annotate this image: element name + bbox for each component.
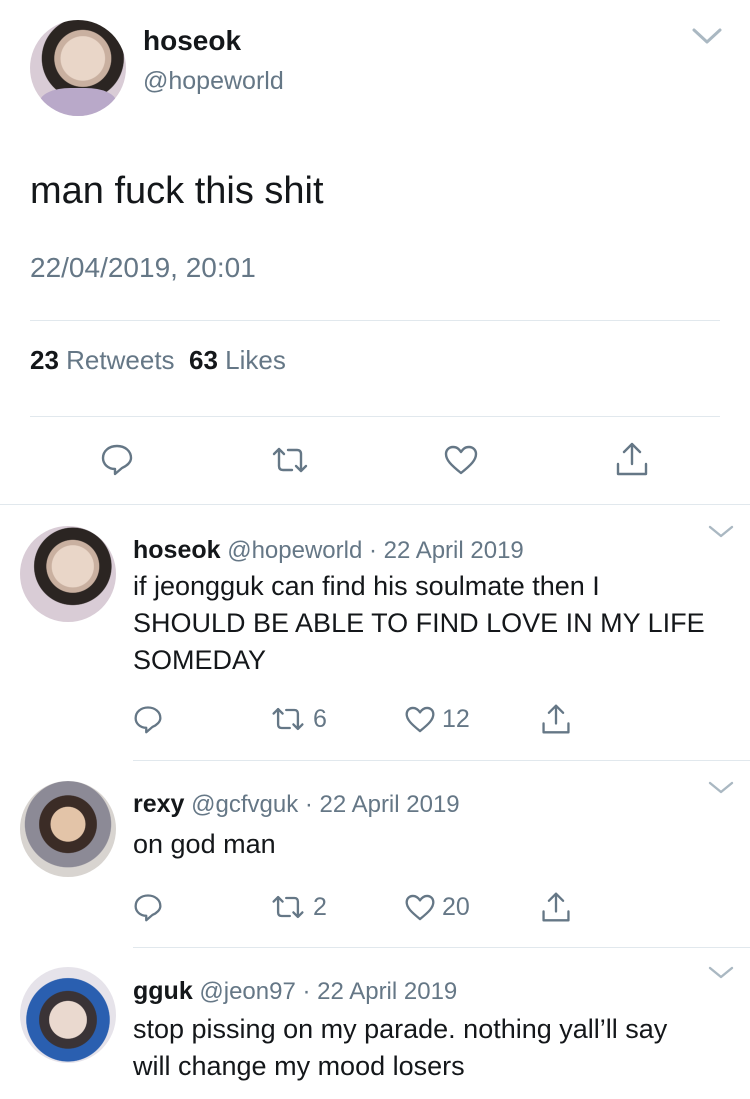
author-name[interactable]: hoseok <box>133 536 221 564</box>
author-name[interactable]: gguk <box>133 977 193 1005</box>
tweet-timestamp: 22/04/2019, 20:01 <box>30 252 256 283</box>
reply-header: rexy @gcfvguk · 22 April 2019 <box>133 790 460 819</box>
reply-tweet[interactable]: gguk @jeon97 · 22 April 2019 stop pissin… <box>0 947 750 1099</box>
reply-date: 22 April 2019 <box>319 791 460 818</box>
separator-dot: · <box>368 537 377 564</box>
tweet-detail-screen: hoseok @hopeworld man fuck this shit 22/… <box>0 0 750 1099</box>
author-handle[interactable]: @gcfvguk <box>191 791 298 818</box>
author-handle[interactable]: @hopeworld <box>227 537 362 564</box>
chevron-down-icon[interactable] <box>707 524 735 540</box>
chevron-down-icon[interactable] <box>690 24 724 48</box>
engagement-stats: 23 Retweets 63 Likes <box>30 345 286 376</box>
author-name[interactable]: hoseok <box>143 25 241 57</box>
heart-icon[interactable] <box>404 893 436 922</box>
reply-actions: 6 12 <box>0 702 750 738</box>
reply-actions: 2 20 <box>0 890 750 926</box>
reply-tweet[interactable]: rexy @gcfvguk · 22 April 2019 on god man… <box>0 760 750 948</box>
retweet-count: 6 <box>313 705 327 733</box>
reply-icon[interactable] <box>100 442 134 476</box>
retweet-icon[interactable] <box>270 706 306 732</box>
reply-date: 22 April 2019 <box>317 978 458 1005</box>
retweet-count[interactable]: 23 <box>30 345 59 375</box>
share-icon[interactable] <box>540 702 572 736</box>
chevron-down-icon[interactable] <box>707 780 735 796</box>
divider <box>30 416 720 417</box>
heart-icon[interactable] <box>443 444 479 476</box>
like-count: 20 <box>442 893 470 921</box>
avatar[interactable] <box>20 781 116 877</box>
separator-dot: · <box>304 791 313 818</box>
retweet-icon[interactable] <box>270 446 310 474</box>
reply-text: stop pissing on my parade. nothing yall’… <box>133 1014 668 1081</box>
author-handle[interactable]: @jeon97 <box>199 978 295 1005</box>
reply-text: on god man <box>133 829 276 859</box>
retweet-label[interactable]: Retweets <box>66 345 174 375</box>
chevron-down-icon[interactable] <box>707 965 735 981</box>
reply-icon[interactable] <box>133 704 163 734</box>
tweet-actions <box>0 440 750 480</box>
retweet-count: 2 <box>313 893 327 921</box>
reply-icon[interactable] <box>133 892 163 922</box>
avatar-shirt <box>40 88 116 116</box>
avatar[interactable] <box>30 20 126 116</box>
like-count[interactable]: 63 <box>189 345 218 375</box>
heart-icon[interactable] <box>404 705 436 734</box>
reply-header: gguk @jeon97 · 22 April 2019 <box>133 977 457 1006</box>
like-count: 12 <box>442 705 470 733</box>
divider <box>30 320 720 321</box>
reply-tweet[interactable]: hoseok @hopeworld · 22 April 2019 if jeo… <box>0 504 750 760</box>
reply-header: hoseok @hopeworld · 22 April 2019 <box>133 536 524 565</box>
retweet-icon[interactable] <box>270 894 306 920</box>
share-icon[interactable] <box>614 440 650 478</box>
author-handle[interactable]: @hopeworld <box>143 67 284 96</box>
avatar[interactable] <box>20 526 116 622</box>
separator-dot: · <box>302 978 311 1005</box>
reply-date: 22 April 2019 <box>383 537 524 564</box>
reply-text: if jeongguk can find his soulmate then I… <box>133 571 705 675</box>
author-name[interactable]: rexy <box>133 790 184 818</box>
share-icon[interactable] <box>540 890 572 924</box>
like-label[interactable]: Likes <box>225 345 286 375</box>
tweet-text: man fuck this shit <box>30 170 324 212</box>
avatar[interactable] <box>20 967 116 1063</box>
